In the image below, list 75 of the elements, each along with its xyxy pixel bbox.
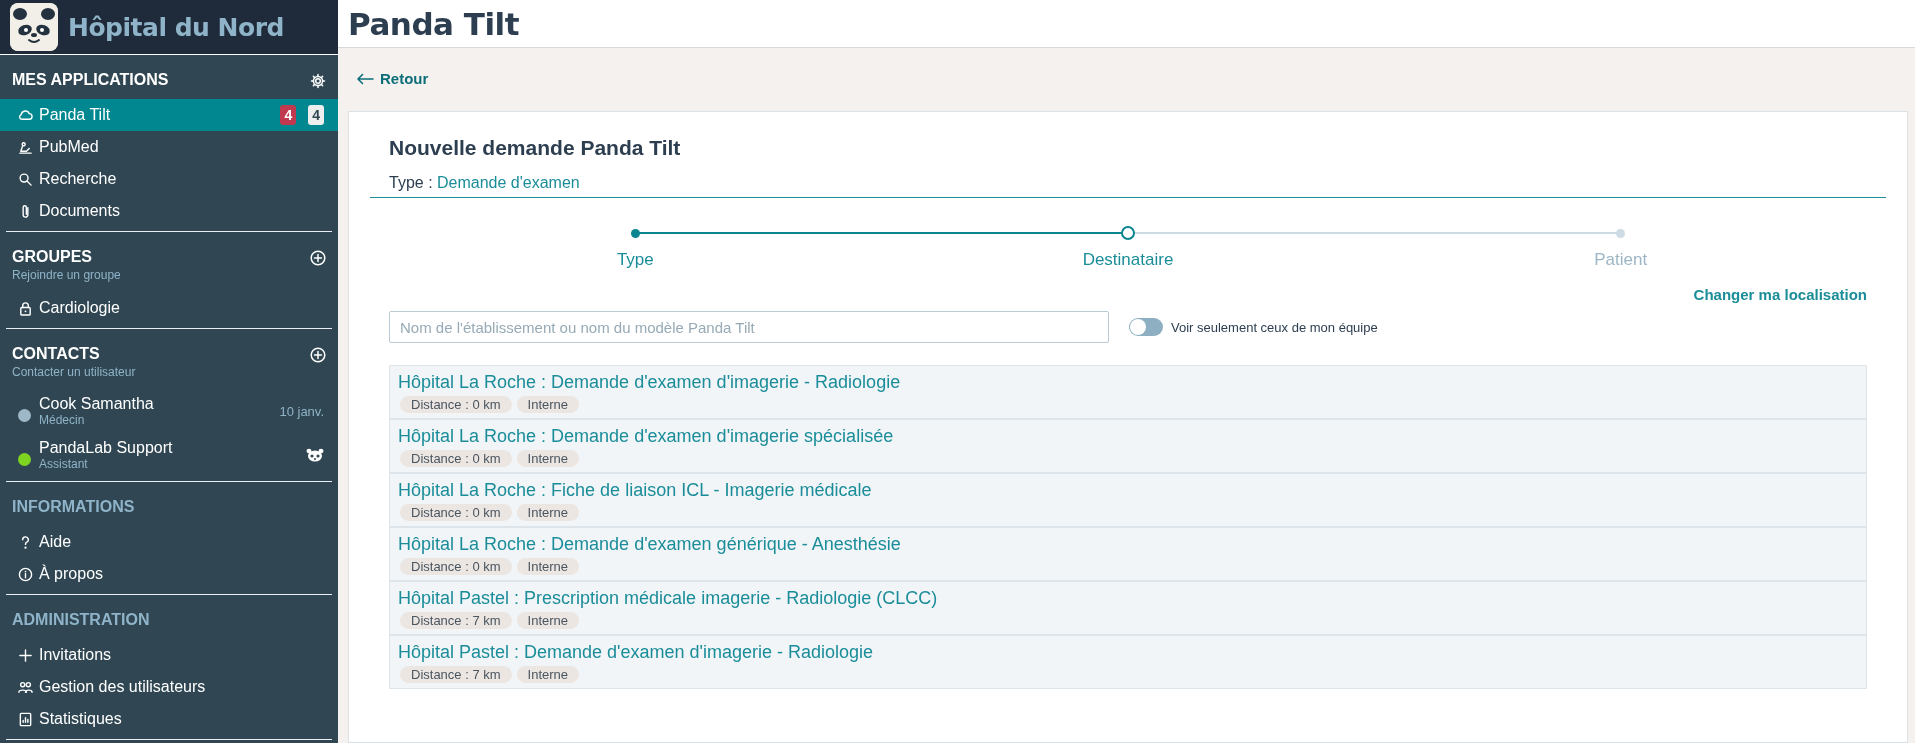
sidebar-item[interactable]: Aide [0, 526, 338, 558]
sidebar-item[interactable]: Documents [0, 195, 338, 227]
result-row[interactable]: Hôpital La Roche : Demande d'examen générique - Anesthésie Distance : 0 km Interne [390, 528, 1866, 582]
contact-role: Médecin [39, 413, 86, 427]
sidebar-item[interactable]: Statistiques [0, 703, 338, 735]
back-link[interactable]: Retour [356, 70, 429, 87]
info-icon [18, 566, 33, 582]
tag-chip: Distance : 0 km [400, 450, 512, 467]
page-title: Panda Tilt [348, 5, 519, 42]
card-title: Nouvelle demande Panda Tilt [389, 136, 682, 160]
count-badge: 4 [308, 105, 324, 125]
tag-chip: Interne [516, 450, 580, 467]
section-title: GROUPES [12, 248, 93, 266]
tag-chip: Interne [516, 558, 580, 575]
section-title: INFORMATIONS [12, 498, 135, 516]
type-label: Type : [389, 174, 433, 191]
search-field[interactable]: Nom de l'établissement ou nom du modèle Panda Tilt [389, 311, 1109, 343]
result-title: Hôpital La Roche : Fiche de liaison ICL - Imagerie médicale [398, 480, 873, 501]
type-value: Demande d'examen [437, 174, 580, 191]
result-row[interactable]: Hôpital Pastel : Demande d'examen d'imagerie - Radiologie Distance : 7 km Interne [390, 636, 1866, 688]
plus-icon [18, 647, 33, 663]
contact-role: Assistant [39, 457, 89, 471]
toggle-label: Voir seulement ceux de mon équipe [1171, 319, 1378, 335]
sidebar-item[interactable]: Gestion des utilisateurs [0, 671, 338, 703]
step-label: Type [616, 250, 654, 270]
person-seated-icon [18, 139, 33, 155]
result-row[interactable]: Hôpital La Roche : Demande d'examen d'imagerie - Radiologie Distance : 0 km Interne [390, 366, 1866, 420]
section-subtitle[interactable]: Rejoindre un groupe [12, 268, 121, 282]
search-icon [18, 171, 33, 187]
sidebar-item[interactable]: Recherche [0, 163, 338, 195]
team-toggle[interactable] [1129, 318, 1163, 336]
tag-chip: Interne [516, 504, 580, 521]
panda-logo [10, 3, 58, 51]
tag-chip: Distance : 0 km [400, 504, 512, 521]
section-title: MES APPLICATIONS [12, 71, 169, 89]
chart-document-icon [18, 711, 33, 727]
step-label: Patient [1594, 250, 1648, 270]
section-title: CONTACTS [12, 345, 101, 363]
tag-chip: Distance : 0 km [400, 558, 512, 575]
sidebar-item[interactable]: À propos [0, 558, 338, 590]
add-icon[interactable] [310, 250, 326, 266]
users-icon [18, 679, 33, 695]
sidebar-item[interactable]: Cardiologie [0, 292, 338, 324]
lock-icon [18, 300, 33, 316]
result-title: Hôpital La Roche : Demande d'examen d'imagerie spécialisée [398, 426, 895, 447]
result-title: Hôpital Pastel : Demande d'examen d'imagerie - Radiologie [398, 642, 875, 663]
tag-chip: Distance : 7 km [400, 612, 512, 629]
tag-chip: Interne [516, 396, 580, 413]
tag-chip: Distance : 7 km [400, 666, 512, 683]
result-row[interactable]: Hôpital La Roche : Demande d'examen d'imagerie spécialisée Distance : 0 km Interne [390, 420, 1866, 474]
tag-chip: Distance : 0 km [400, 396, 512, 413]
section-subtitle[interactable]: Contacter un utilisateur [12, 365, 136, 379]
contact-name[interactable]: Cook Samantha [39, 395, 272, 413]
result-row[interactable]: Hôpital La Roche : Fiche de liaison ICL - Imagerie médicale Distance : 0 km Interne [390, 474, 1866, 528]
change-location-link[interactable]: Changer ma localisation [1693, 286, 1867, 303]
left-arrow-icon [356, 72, 374, 85]
result-title: Hôpital La Roche : Demande d'examen générique - Anesthésie [398, 534, 902, 555]
cloud-icon [18, 107, 33, 123]
add-icon[interactable] [310, 347, 326, 363]
result-row[interactable]: Hôpital Pastel : Prescription médicale imagerie - Radiologie (CLCC) Distance : 7 km Interne [390, 582, 1866, 636]
count-badge: 4 [280, 105, 297, 125]
tag-chip: Interne [516, 666, 580, 683]
settings-icon[interactable] [310, 73, 326, 89]
sidebar-item[interactable]: PubMed [0, 131, 338, 163]
result-title: Hôpital Pastel : Prescription médicale imagerie - Radiologie (CLCC) [398, 588, 939, 609]
sidebar-item[interactable]: Invitations [0, 639, 338, 671]
result-title: Hôpital La Roche : Demande d'examen d'imagerie - Radiologie [398, 372, 902, 393]
contact-name[interactable]: PandaLab Support [39, 439, 298, 457]
tag-chip: Interne [516, 612, 580, 629]
step-label: Destinataire [1082, 250, 1174, 270]
contact-date: 10 janv. [279, 403, 324, 419]
section-title: ADMINISTRATION [12, 611, 150, 629]
panda-face-icon [306, 448, 324, 462]
sidebar-item[interactable]: Panda Tilt 4 4 [0, 99, 338, 131]
hospital-name: Hôpital du Nord [68, 12, 284, 42]
